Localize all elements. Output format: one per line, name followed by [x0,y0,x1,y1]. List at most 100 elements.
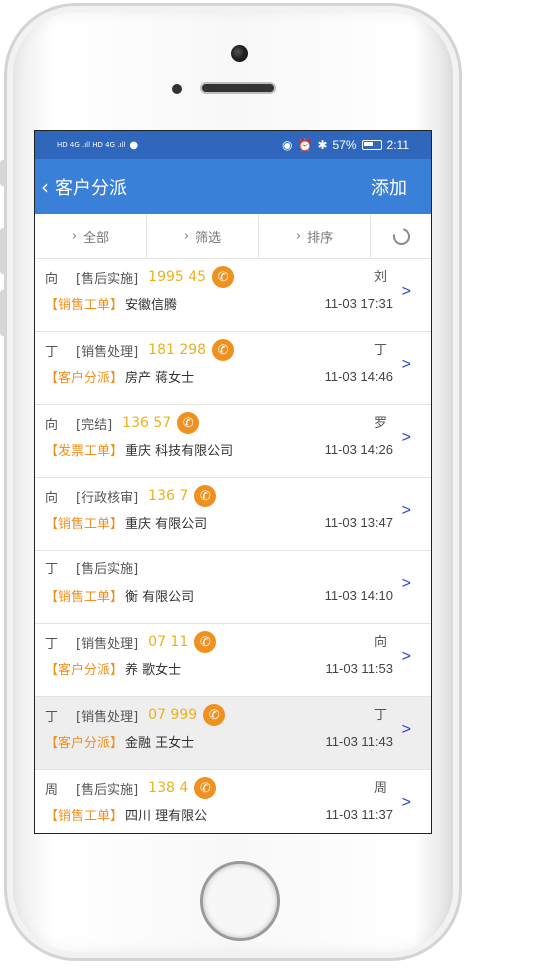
phone-number[interactable]: 138 4 [148,780,188,796]
status-label: [售后实施] [76,782,139,798]
order-type-tag: 【客户分派】 [45,371,124,386]
company-name: 安徽信腾 [125,298,178,313]
contact-name: 向 [45,490,59,506]
status-label: [销售处理] [76,709,139,725]
timestamp: 11-03 11:43 [325,734,393,749]
timestamp: 11-03 13:47 [324,515,393,530]
phone-number[interactable]: 1995 45 [148,269,206,285]
front-camera [231,45,248,62]
company-name: 房产 蒋女士 [125,371,195,386]
phone-call-icon[interactable]: ✆ [212,339,235,361]
phone-number[interactable]: 07 999 [148,707,197,723]
volume-up-button[interactable] [0,228,6,274]
back-button[interactable]: ‹ 客户分派 [41,174,127,200]
company-name: 衡 有限公司 [125,590,195,605]
order-type-tag: 【销售工单】 [45,809,124,824]
list-item[interactable]: 丁 [销售处理] 181 298 ✆ 丁 【客户分派】 房产 蒋女士 11-03… [35,332,431,405]
company-name: 养 歌女士 [125,663,182,678]
list-item[interactable]: 向 [行政核审] 136 7 ✆ 【销售工单】 重庆 有限公司 11-03 13… [35,478,431,551]
timestamp: 11-03 14:46 [324,369,393,384]
app-screen: HD 4G .ıll HD 4G .ıll ● ◉ ⏰ ✱ 57% 2:11 ‹… [34,130,432,834]
signal-indicators: HD 4G .ıll HD 4G .ıll ● [57,140,138,151]
battery-icon [361,140,382,150]
page-title: 客户分派 [55,177,127,199]
bluetooth-icon: ✱ [317,138,328,152]
company-name: 重庆 科技有限公司 [125,444,234,459]
chevron-right-icon[interactable]: > [402,575,411,593]
contact-name: 周 [45,782,59,798]
list-item[interactable]: 向 [完结] 136 57 ✆ 罗 【发票工单】 重庆 科技有限公司 11-03… [35,405,431,478]
phone-number[interactable]: 136 7 [148,488,188,504]
phone-number[interactable]: 07 11 [148,634,188,650]
sensor [172,84,182,94]
filter-sort[interactable]: › 排序 [259,214,371,258]
assignee-name: 周 [373,781,387,796]
phone-call-icon[interactable]: ✆ [194,777,217,799]
list-item[interactable]: 向 [售后实施] 1995 45 ✆ 刘 【销售工单】 安徽信腾 11-03 1… [35,259,431,332]
refresh-button[interactable] [371,214,431,258]
alarm-icon: ⏰ [297,138,313,152]
phone-call-icon[interactable]: ✆ [194,631,217,653]
chevron-right-icon: › [183,228,190,244]
company-name: 金融 王女士 [125,736,195,751]
status-label: [售后实施] [76,271,139,287]
phone-number[interactable]: 181 298 [148,342,206,358]
list-item[interactable]: 丁 [售后实施] 【销售工单】 衡 有限公司 11-03 14:10 > [35,551,431,624]
filter-label: 排序 [307,230,334,246]
list-item[interactable]: 周 [售后实施] 138 4 ✆ 周 【销售工单】 四川 理有限公 11-03 … [35,770,431,833]
list-item[interactable]: 丁 [销售处理] 07 11 ✆ 向 【客户分派】 养 歌女士 11-03 11… [35,624,431,697]
phone-call-icon[interactable]: ✆ [212,266,235,288]
volume-down-button[interactable] [0,290,6,336]
phone-call-icon[interactable]: ✆ [177,412,200,434]
phone-call-icon[interactable]: ✆ [203,704,226,726]
chevron-right-icon[interactable]: > [402,429,411,447]
mute-switch[interactable] [0,160,6,186]
filter-screen[interactable]: › 筛选 [147,214,259,258]
signal-text: HD 4G .ıll HD 4G .ıll [57,141,126,149]
company-name: 四川 理有限公 [125,809,208,824]
status-label: [售后实施] [76,562,139,577]
contact-name: 向 [45,417,59,433]
contact-name: 丁 [45,562,59,577]
order-type-tag: 【客户分派】 [45,663,124,678]
chevron-right-icon[interactable]: > [402,721,411,739]
filter-all[interactable]: › 全部 [35,214,147,258]
filter-bar: › 全部 › 筛选 › 排序 [35,214,431,259]
chevron-right-icon[interactable]: > [402,502,411,520]
contact-name: 丁 [45,344,59,360]
order-type-tag: 【销售工单】 [45,298,124,313]
chevron-right-icon[interactable]: > [402,648,411,666]
add-button[interactable]: 添加 [371,174,407,200]
timestamp: 11-03 11:37 [325,807,393,822]
phone-call-icon[interactable]: ✆ [194,485,217,507]
assignee-name: 向 [373,635,387,650]
earpiece-speaker [200,82,276,94]
chevron-right-icon: › [295,228,302,244]
status-label: [销售处理] [76,344,139,360]
eye-icon: ◉ [282,138,293,152]
filter-label: 全部 [83,230,110,246]
timestamp: 11-03 14:26 [324,442,393,457]
chevron-right-icon: › [71,228,78,244]
order-type-tag: 【销售工单】 [45,517,124,532]
order-type-tag: 【销售工单】 [45,590,124,605]
timestamp: 11-03 14:10 [324,588,393,603]
assignee-name: 刘 [373,270,387,285]
chevron-left-icon: ‹ [41,174,49,199]
chevron-right-icon[interactable]: > [402,794,411,812]
phone-number[interactable]: 136 57 [122,415,171,431]
contact-name: 丁 [45,636,59,652]
order-type-tag: 【客户分派】 [45,736,124,751]
contact-name: 向 [45,271,59,287]
home-button[interactable] [200,861,280,941]
chevron-right-icon[interactable]: > [402,356,411,374]
list-item[interactable]: 丁 [销售处理] 07 999 ✆ 丁 【客户分派】 金融 王女士 11-03 … [35,697,431,770]
top-navbar: ‹ 客户分派 添加 [35,159,431,214]
company-name: 重庆 有限公司 [125,517,208,532]
clock: 2:11 [386,138,409,152]
contact-name: 丁 [45,709,59,725]
status-label: [行政核审] [76,490,139,506]
chevron-right-icon[interactable]: > [402,283,411,301]
assignee-name: 罗 [373,416,387,431]
assignee-name: 丁 [373,343,387,358]
